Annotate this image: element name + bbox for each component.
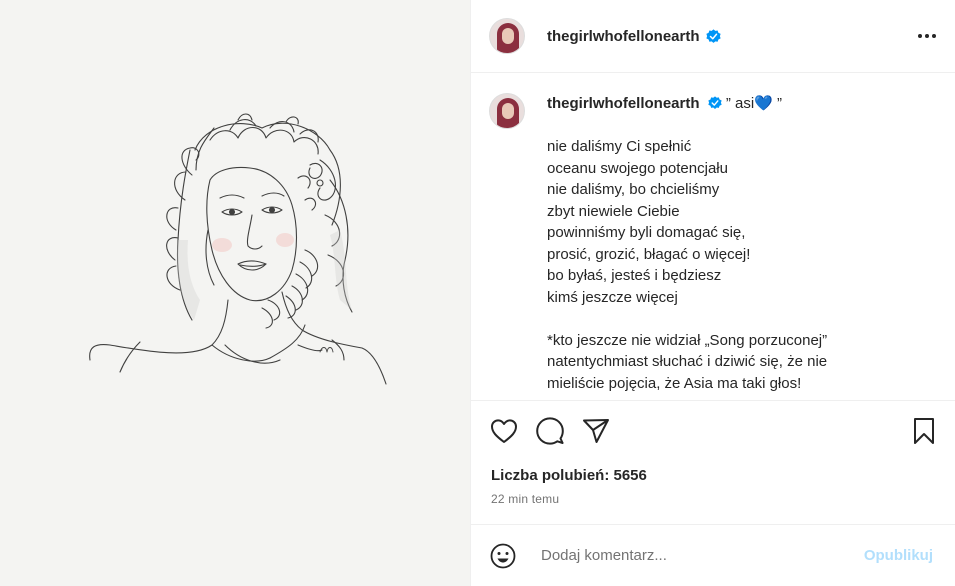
caption-avatar[interactable] bbox=[489, 93, 525, 129]
caption-title: ” asi💙 ” bbox=[725, 95, 783, 112]
header-username[interactable]: thegirlwhofellonearth bbox=[547, 28, 700, 45]
caption-line: mieliście pojęcia, że Asia ma taki głos! bbox=[547, 374, 802, 392]
post-image[interactable] bbox=[0, 0, 471, 586]
publish-button[interactable]: Opublikuj bbox=[858, 546, 939, 565]
caption-text: thegirlwhofellonearth ” asi💙 ” nie daliś… bbox=[547, 92, 827, 394]
comment-input[interactable] bbox=[539, 546, 843, 565]
caption-line: prosić, grozić, błagać o więcej! bbox=[547, 245, 751, 263]
emoji-icon[interactable] bbox=[489, 542, 517, 570]
caption-line: zbyt niewiele Ciebie bbox=[547, 202, 680, 220]
caption: thegirlwhofellonearth ” asi💙 ” nie daliś… bbox=[471, 74, 955, 394]
verified-badge-icon bbox=[705, 28, 721, 43]
heart-icon[interactable] bbox=[489, 416, 519, 446]
action-bar bbox=[471, 400, 955, 460]
avatar-face bbox=[502, 28, 514, 44]
bookmark-icon[interactable] bbox=[909, 416, 939, 446]
caption-line: nie daliśmy, bo chcieliśmy bbox=[547, 181, 720, 198]
caption-line: bo byłaś, jesteś i będziesz bbox=[547, 267, 722, 284]
caption-line: natentychmiast słuchać i dziwić się, że … bbox=[547, 353, 828, 370]
likes-count[interactable]: Liczba polubień: 5656 bbox=[491, 467, 647, 484]
comment-box: Opublikuj bbox=[471, 524, 955, 586]
post-details-panel: thegirlwhofellonearth thegirlwhofellonea… bbox=[471, 0, 955, 586]
instagram-post: thegirlwhofellonearth thegirlwhofellonea… bbox=[0, 0, 955, 586]
post-timestamp[interactable]: 22 min temu bbox=[491, 492, 559, 506]
caption-username[interactable]: thegirlwhofellonearth bbox=[547, 95, 700, 112]
comment-icon[interactable] bbox=[535, 416, 565, 446]
caption-line: kimś jeszcze więcej bbox=[547, 288, 678, 306]
verified-badge-icon bbox=[708, 96, 722, 109]
avatar[interactable] bbox=[489, 18, 525, 54]
more-options-icon[interactable] bbox=[915, 24, 939, 48]
caption-line: oceanu swojego potencjału bbox=[547, 159, 728, 177]
share-icon[interactable] bbox=[581, 416, 611, 446]
caption-scroll-area[interactable]: thegirlwhofellonearth ” asi💙 ” nie daliś… bbox=[471, 74, 955, 400]
caption-line: *kto jeszcze nie widział „Song porzucone… bbox=[547, 331, 828, 349]
post-header: thegirlwhofellonearth bbox=[471, 0, 955, 73]
caption-line: powinniśmy byli domagać się, bbox=[547, 224, 746, 241]
caption-line: nie daliśmy Ci spełnić bbox=[547, 138, 692, 155]
portrait-sketch bbox=[89, 113, 387, 385]
avatar-face bbox=[502, 103, 514, 119]
